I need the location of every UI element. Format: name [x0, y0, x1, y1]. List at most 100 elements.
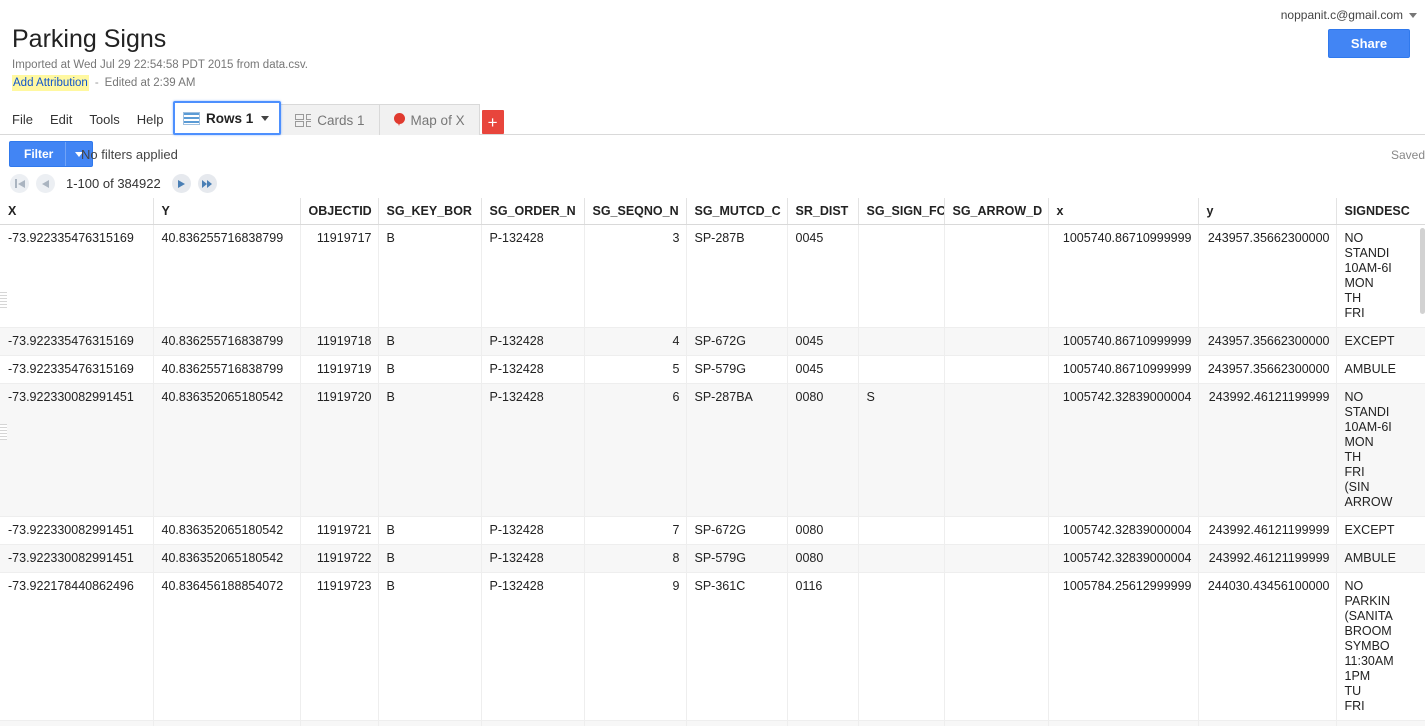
column-header-y[interactable]: y — [1198, 198, 1337, 225]
cell-sg_seqno_n[interactable]: 10 — [584, 720, 687, 726]
table-row[interactable]: -73.922335476315169 40.836255716838799 119… — [0, 327, 1425, 356]
cell-signdesc[interactable]: OTHER TIMES 1 HOUR PARKIN 9AM-7P — [1336, 720, 1425, 726]
column-header-x[interactable]: x — [1048, 198, 1199, 225]
cell-sg_sign_fc[interactable] — [858, 355, 945, 384]
column-header-sg_seqno_n[interactable]: SG_SEQNO_N — [584, 198, 687, 225]
cell-x[interactable]: 1005740.86710999999 — [1048, 224, 1199, 328]
data-grid[interactable]: X Y OBJECTID SG_KEY_BOR SG_ORDER_N SG_SEQNO_N… — [0, 198, 1425, 726]
cell-x[interactable]: -73.922335476315169 — [0, 355, 154, 384]
cell-sg_key_bor[interactable]: B — [378, 355, 482, 384]
cell-sg_key_bor[interactable]: B — [378, 224, 482, 328]
cell-y[interactable]: 40.836456188854072 — [153, 572, 301, 721]
cell-sg_key_bor[interactable]: B — [378, 383, 482, 517]
previous-page-icon[interactable] — [36, 174, 55, 193]
cell-sr_dist[interactable]: 0080 — [787, 383, 859, 517]
cell-y[interactable]: 243992.46121199999 — [1198, 516, 1337, 545]
cell-y[interactable]: 40.836255716838799 — [153, 355, 301, 384]
cell-sg_seqno_n[interactable]: 5 — [584, 355, 687, 384]
cell-x[interactable]: 1005742.32839000004 — [1048, 383, 1199, 517]
cell-y[interactable]: 243992.46121199999 — [1198, 383, 1337, 517]
cell-sg_arrow_d[interactable] — [944, 355, 1049, 384]
first-page-icon[interactable] — [10, 174, 29, 193]
table-row[interactable]: -73.922330082991451 40.836352065180542 119… — [0, 544, 1425, 573]
cell-x[interactable]: 1005784.25612999999 — [1048, 572, 1199, 721]
cell-sg_sign_fc[interactable] — [858, 224, 945, 328]
column-header-sg_arrow_d[interactable]: SG_ARROW_D — [944, 198, 1049, 225]
cell-sr_dist[interactable]: 0045 — [787, 224, 859, 328]
cell-objectid[interactable]: 11919718 — [300, 327, 379, 356]
cell-sg_arrow_d[interactable] — [944, 544, 1049, 573]
table-row[interactable]: -73.922335476315169 40.836255716838799 119… — [0, 355, 1425, 384]
tab-cards[interactable]: Cards 1 — [281, 104, 380, 135]
cell-y[interactable]: 40.836456188854072 — [153, 720, 301, 726]
cell-y[interactable]: 244030.43456100000 — [1198, 720, 1337, 726]
cell-sg_order_n[interactable]: P-132428 — [481, 224, 585, 328]
cell-x[interactable]: 1005742.32839000004 — [1048, 544, 1199, 573]
cell-sg_mutcd_c[interactable]: SP-672G — [686, 327, 788, 356]
cell-objectid[interactable]: 11919724 — [300, 720, 379, 726]
tab-map[interactable]: Map of X — [379, 104, 480, 135]
cell-sr_dist[interactable]: 0080 — [787, 516, 859, 545]
column-header-objectid[interactable]: OBJECTID — [300, 198, 379, 225]
cell-y[interactable]: 40.836352065180542 — [153, 516, 301, 545]
cell-sg_order_n[interactable]: P-132428 — [481, 572, 585, 721]
cell-sr_dist[interactable]: 0116 — [787, 572, 859, 721]
column-header-signdesc[interactable]: SIGNDESC — [1336, 198, 1425, 225]
cell-sg_seqno_n[interactable]: 3 — [584, 224, 687, 328]
cell-sg_key_bor[interactable]: B — [378, 544, 482, 573]
account-email[interactable]: noppanit.c@gmail.com — [1281, 8, 1403, 22]
cell-x[interactable]: -73.922178440862496 — [0, 572, 154, 721]
cell-sr_dist[interactable]: 0116 — [787, 720, 859, 726]
cell-sg_arrow_d[interactable] — [944, 224, 1049, 328]
add-attribution-link[interactable]: Add Attribution — [12, 75, 89, 91]
table-row[interactable]: -73.922330082991451 40.836352065180542 119… — [0, 383, 1425, 517]
cell-sg_arrow_d[interactable] — [944, 572, 1049, 721]
cell-sg_mutcd_c[interactable]: SP-672G — [686, 516, 788, 545]
cell-sg_order_n[interactable]: P-132428 — [481, 383, 585, 517]
cell-signdesc[interactable]: EXCEPT — [1336, 327, 1425, 356]
cell-sg_order_n[interactable]: P-132428 — [481, 355, 585, 384]
cell-x[interactable]: -73.922330082991451 — [0, 383, 154, 517]
next-page-icon[interactable] — [171, 174, 191, 193]
cell-sg_key_bor[interactable]: B — [378, 572, 482, 721]
cell-objectid[interactable]: 11919720 — [300, 383, 379, 517]
cell-sg_sign_fc[interactable] — [858, 544, 945, 573]
cell-y[interactable]: 40.836255716838799 — [153, 327, 301, 356]
cell-signdesc[interactable]: EXCEPT — [1336, 516, 1425, 545]
cell-sg_order_n[interactable]: P-132428 — [481, 544, 585, 573]
cell-x[interactable]: 1005742.32839000004 — [1048, 516, 1199, 545]
cell-sg_order_n[interactable]: P-132428 — [481, 327, 585, 356]
cell-y[interactable]: 40.836255716838799 — [153, 224, 301, 328]
cell-y[interactable]: 40.836352065180542 — [153, 544, 301, 573]
cell-sg_order_n[interactable]: P-132428 — [481, 720, 585, 726]
cell-x[interactable]: -73.922335476315169 — [0, 224, 154, 328]
cell-sg_arrow_d[interactable]: S — [944, 720, 1049, 726]
cell-sg_arrow_d[interactable] — [944, 383, 1049, 517]
column-header-sg_sign_fc[interactable]: SG_SIGN_FC — [858, 198, 945, 225]
cell-y[interactable]: 243957.35662300000 — [1198, 327, 1337, 356]
cell-sg_order_n[interactable]: P-132428 — [481, 516, 585, 545]
cell-sg_sign_fc[interactable] — [858, 572, 945, 721]
cell-sg_mutcd_c[interactable]: SP-579G — [686, 544, 788, 573]
menu-edit[interactable]: Edit — [50, 112, 72, 127]
cell-x[interactable]: -73.922330082991451 — [0, 516, 154, 545]
cell-sg_mutcd_c[interactable]: SP-287BA — [686, 383, 788, 517]
table-row[interactable]: -73.922330082991451 40.836352065180542 119… — [0, 516, 1425, 545]
cell-sg_key_bor[interactable]: B — [378, 516, 482, 545]
cell-x[interactable]: 1005784.25612999999 — [1048, 720, 1199, 726]
column-header-sg_order_n[interactable]: SG_ORDER_N — [481, 198, 585, 225]
cell-sg_key_bor[interactable]: B — [378, 327, 482, 356]
column-header-y[interactable]: Y — [153, 198, 301, 225]
row-resize-handle[interactable] — [0, 424, 7, 440]
cell-sg_seqno_n[interactable]: 6 — [584, 383, 687, 517]
cell-scrollbar[interactable] — [1420, 228, 1425, 314]
cell-signdesc[interactable]: NO PARKIN (SANITA BROOM SYMBO 11:30AM 1P… — [1336, 572, 1425, 721]
cell-x[interactable]: -73.922330082991451 — [0, 544, 154, 573]
cell-y[interactable]: 243957.35662300000 — [1198, 355, 1337, 384]
chevron-down-icon[interactable] — [1409, 12, 1417, 18]
add-tab-button[interactable]: + — [481, 110, 504, 134]
cell-x[interactable]: 1005740.86710999999 — [1048, 355, 1199, 384]
table-row[interactable]: -73.92217844086249640.836456188854072119… — [0, 720, 1425, 726]
cell-objectid[interactable]: 11919719 — [300, 355, 379, 384]
cell-objectid[interactable]: 11919717 — [300, 224, 379, 328]
